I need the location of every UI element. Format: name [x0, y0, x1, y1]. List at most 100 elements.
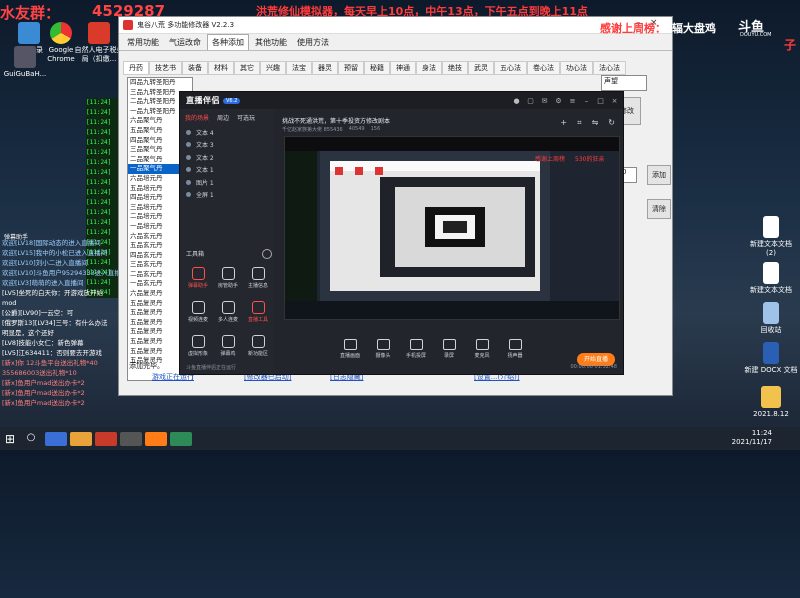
maximize-icon[interactable]: □ — [596, 97, 605, 105]
tool-button[interactable]: 新功能区 — [244, 335, 272, 357]
menu-tab[interactable]: 各种添加 — [207, 34, 249, 50]
clear-button[interactable]: 清除 — [647, 199, 671, 219]
desktop-icon-text-doc[interactable]: 新建文本文档 — [744, 262, 798, 295]
subtab[interactable]: 功心法 — [560, 61, 593, 75]
modifier-menubar: 常用功能 气运改命 各种添加 其他功能 使用方法 — [119, 34, 672, 51]
taskbar-app-tool[interactable] — [120, 431, 142, 446]
desktop-icon-guigu[interactable]: GuiGuBaH... — [0, 46, 52, 79]
control-icon — [376, 339, 390, 350]
subtab[interactable]: 卷心法 — [527, 61, 560, 75]
search-icon[interactable]: ○ — [20, 432, 42, 446]
taskbar-app-stream[interactable] — [145, 431, 167, 446]
side-tab[interactable]: 可选玩 — [237, 113, 255, 122]
tool-button[interactable]: 弹幕鸡 — [214, 335, 242, 357]
tool-button[interactable]: 主播信息 — [244, 267, 272, 289]
eye-icon[interactable] — [186, 129, 191, 135]
menu-icon[interactable]: ≡ — [568, 97, 577, 105]
control-label: 摄像头 — [375, 353, 391, 359]
desktop-icon-docx[interactable]: 新建 DOCX 文档 — [744, 342, 798, 375]
add-icon[interactable]: + — [560, 118, 567, 128]
eye-icon[interactable] — [186, 192, 191, 198]
close-icon[interactable]: × — [610, 97, 619, 105]
scene-item[interactable]: 全屏 1 — [180, 189, 274, 202]
taskbar-app-chat[interactable] — [170, 431, 192, 446]
minimize-icon[interactable]: – — [582, 97, 591, 105]
reputation-field[interactable]: 声望 — [601, 75, 647, 91]
avatar[interactable]: ● — [512, 97, 521, 105]
eye-icon[interactable] — [186, 167, 191, 173]
crop-icon[interactable]: ⌗ — [577, 118, 582, 128]
control-button[interactable]: 直播画面 — [338, 339, 362, 359]
scene-item[interactable]: 文本 3 — [180, 139, 274, 152]
add-button[interactable]: 添加 — [647, 165, 671, 185]
subtab[interactable]: 器灵 — [312, 61, 338, 75]
chat-message: [LV5]坐死的白天你：开游戏放开始 — [2, 289, 104, 297]
subtab[interactable]: 身法 — [416, 61, 442, 75]
tool-button[interactable]: 直播工具 — [244, 301, 272, 323]
menu-tab[interactable]: 使用方法 — [293, 35, 333, 50]
stream-preview[interactable]: 感谢上周榜 530的狂亲 — [284, 136, 620, 320]
subtab[interactable]: 秘籍 — [364, 61, 390, 75]
taskbar-app-browser[interactable] — [45, 431, 67, 446]
control-button[interactable]: 麦克风 — [470, 339, 494, 359]
message-icon[interactable]: ✉ — [540, 97, 549, 105]
subtab[interactable]: 装备 — [182, 61, 208, 75]
word-file-icon — [763, 342, 779, 364]
subtab[interactable]: 技艺书 — [149, 61, 182, 75]
windows-start-icon[interactable]: ⊞ — [3, 432, 17, 446]
eye-icon[interactable] — [186, 179, 191, 185]
subtab[interactable]: 神通 — [390, 61, 416, 75]
control-button[interactable]: 扬声器 — [503, 339, 527, 359]
scene-item[interactable]: 文本 4 — [180, 126, 274, 139]
preview-graphic — [285, 137, 619, 319]
taskbar-clock[interactable]: 11:24 2021/11/17 — [732, 429, 772, 447]
console-line: [11:24] — [86, 229, 112, 236]
menu-tab[interactable]: 其他功能 — [251, 35, 291, 50]
subtab[interactable]: 丹药 — [123, 61, 149, 75]
tool-button[interactable]: 多人连麦 — [214, 301, 242, 323]
subtab[interactable]: 武灵 — [468, 61, 494, 75]
schedule-marquee: 洪荒修仙模拟器，每天早上10点，中午13点，下午五点到晚上11点 — [256, 5, 588, 18]
desktop-icon-recycle-bin[interactable]: 回收站 — [744, 302, 798, 335]
control-button[interactable]: 摄像头 — [371, 339, 395, 359]
scene-item[interactable]: 文本 2 — [180, 151, 274, 164]
side-tab[interactable]: 周边 — [217, 113, 229, 122]
taskbar-app-game[interactable] — [95, 431, 117, 446]
subtab[interactable]: 材料 — [208, 61, 234, 75]
menu-tab[interactable]: 气运改命 — [165, 35, 205, 50]
menu-tab[interactable]: 常用功能 — [123, 35, 163, 50]
tool-label: 虚拟形象 — [187, 351, 208, 357]
scene-label: 文本 1 — [196, 167, 214, 175]
desktop-icon-text-doc-2[interactable]: 新建文本文档 (2) — [744, 216, 798, 258]
thanks-label: 感谢上周榜： — [600, 22, 666, 35]
rotate-icon[interactable]: ↻ — [608, 118, 615, 128]
folder-icon — [761, 386, 781, 408]
console-line: [11:24] — [86, 169, 112, 176]
tool-button[interactable]: 虚拟形象 — [184, 335, 212, 357]
control-label: 扬声器 — [507, 353, 523, 359]
mirror-icon[interactable]: ⇋ — [592, 118, 599, 128]
list-item[interactable]: 四品九转圣阳丹 — [128, 78, 192, 88]
eye-icon[interactable] — [186, 142, 191, 148]
toolbox-toggle[interactable] — [262, 249, 272, 259]
settings-icon[interactable]: ⚙ — [554, 97, 563, 105]
scene-item[interactable]: 图片 1 — [180, 176, 274, 189]
notification-icon[interactable]: ▢ — [526, 97, 535, 105]
scene-item[interactable]: 文本 1 — [180, 164, 274, 177]
subtab[interactable]: 预留 — [338, 61, 364, 75]
control-button[interactable]: 录屏 — [437, 339, 461, 359]
subtab[interactable]: 绝技 — [442, 61, 468, 75]
side-tab[interactable]: 我的场景 — [185, 113, 209, 122]
subtab[interactable]: 其它 — [234, 61, 260, 75]
control-button[interactable]: 手机投屏 — [404, 339, 428, 359]
taskbar-app-folder[interactable] — [70, 431, 92, 446]
subtab[interactable]: 法宝 — [286, 61, 312, 75]
desktop-icon-folder-date[interactable]: 2021.8.12 — [744, 386, 798, 419]
subtab[interactable]: 法心法 — [593, 61, 626, 75]
subtab[interactable]: 兴趣 — [260, 61, 286, 75]
tool-button[interactable]: 弹幕助手 — [184, 267, 212, 289]
tool-button[interactable]: 房管助手 — [214, 267, 242, 289]
tool-button[interactable]: 视频连麦 — [184, 301, 212, 323]
subtab[interactable]: 五心法 — [494, 61, 527, 75]
eye-icon[interactable] — [186, 154, 191, 160]
